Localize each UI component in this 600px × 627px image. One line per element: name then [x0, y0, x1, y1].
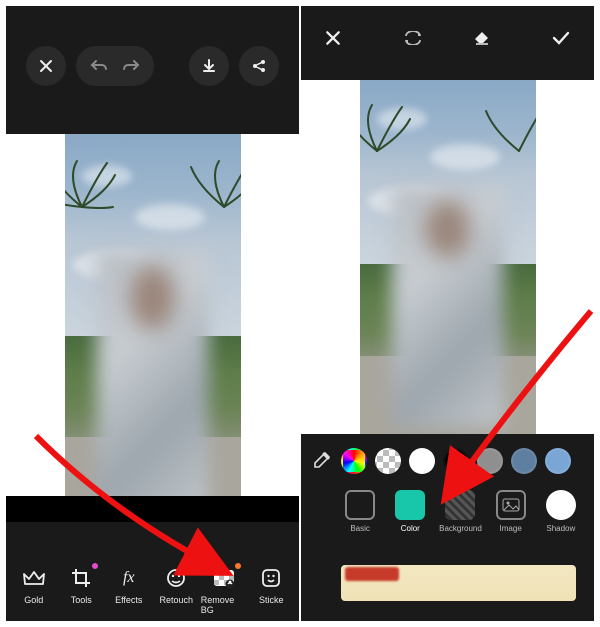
undo-icon[interactable] [90, 59, 108, 73]
option-background[interactable]: Background [435, 490, 485, 533]
preview-mark [345, 567, 399, 581]
top-toolbar [6, 6, 299, 134]
tool-label: Sticke [259, 595, 284, 605]
share-icon [251, 58, 267, 74]
option-color[interactable]: Color [385, 490, 435, 533]
checker-icon [211, 565, 237, 591]
smile-icon [258, 565, 284, 591]
tool-sticker[interactable]: Sticke [248, 565, 294, 615]
option-label: Background [439, 524, 482, 533]
confirm-button[interactable] [552, 31, 570, 45]
undo-redo-group [76, 46, 154, 86]
color-swatch-steel[interactable] [511, 448, 537, 474]
color-swatch-black[interactable] [443, 448, 469, 474]
editor-right-pane: Basic Color Background Image Shadow [301, 6, 594, 621]
background-icon [445, 490, 475, 520]
basic-icon [345, 490, 375, 520]
download-icon [201, 58, 217, 74]
fx-icon: fx [116, 565, 142, 591]
color-swatch-transparent[interactable] [375, 448, 401, 474]
crown-icon [21, 565, 47, 591]
close-icon [325, 30, 341, 46]
top-toolbar [301, 6, 594, 80]
option-label: Basic [350, 524, 370, 533]
tool-label: Tools [71, 595, 92, 605]
bottom-panel: Basic Color Background Image Shadow [301, 434, 594, 621]
tool-label: Remove BG [201, 595, 247, 615]
tool-label: Gold [24, 595, 43, 605]
blurred-subject [96, 250, 209, 514]
share-button[interactable] [239, 46, 279, 86]
color-swatch-white[interactable] [409, 448, 435, 474]
color-swatch-rainbow[interactable] [341, 448, 367, 474]
cycle-icon[interactable] [403, 31, 423, 45]
tool-effects[interactable]: fx Effects [106, 565, 152, 615]
canvas-footer-strip [6, 496, 299, 522]
eraser-icon[interactable] [473, 30, 491, 46]
crop-icon [68, 565, 94, 591]
color-swatch-grey[interactable] [477, 448, 503, 474]
tool-gold[interactable]: Gold [11, 565, 57, 615]
option-image[interactable]: Image [486, 490, 536, 533]
tool-label: Retouch [159, 595, 193, 605]
redo-icon[interactable] [122, 59, 140, 73]
option-shadow[interactable]: Shadow [536, 490, 586, 533]
image-canvas[interactable] [360, 80, 536, 434]
close-button[interactable] [26, 46, 66, 86]
color-swatch-sky[interactable] [545, 448, 571, 474]
tool-tools[interactable]: Tools [58, 565, 104, 615]
editor-left-pane: Gold Tools fx Effects Retouch Remove BG Sticke [6, 6, 299, 621]
download-button[interactable] [189, 46, 229, 86]
image-canvas[interactable] [65, 134, 241, 522]
blurred-subject [391, 186, 504, 427]
close-button[interactable] [325, 30, 341, 46]
tool-label: Effects [115, 595, 142, 605]
badge [92, 563, 98, 569]
image-icon [496, 490, 526, 520]
option-label: Color [401, 524, 420, 533]
face-icon [163, 565, 189, 591]
shadow-icon [546, 490, 576, 520]
badge [235, 563, 241, 569]
option-basic[interactable]: Basic [335, 490, 385, 533]
option-label: Shadow [546, 524, 575, 533]
color-icon [395, 490, 425, 520]
check-icon [552, 31, 570, 45]
bottom-toolbar: Gold Tools fx Effects Retouch Remove BG Sticke [6, 522, 299, 621]
tool-removebg[interactable]: Remove BG [201, 565, 247, 615]
close-icon [39, 59, 53, 73]
tool-retouch[interactable]: Retouch [153, 565, 199, 615]
option-label: Image [500, 524, 522, 533]
eyedropper-icon[interactable] [311, 451, 333, 471]
